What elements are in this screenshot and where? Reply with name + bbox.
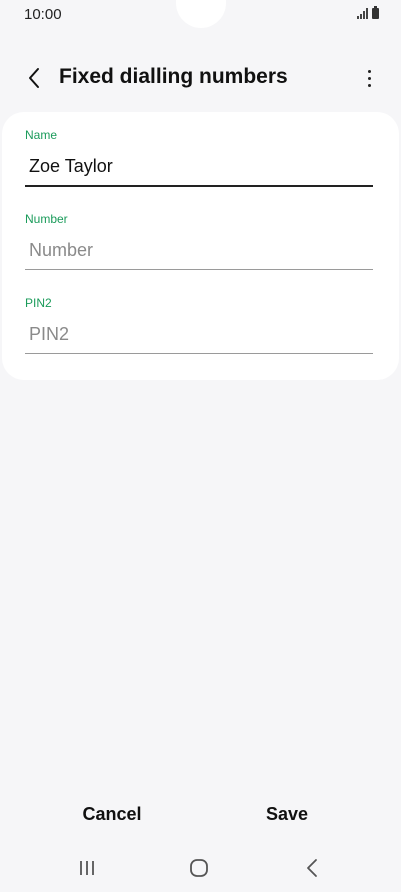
home-button[interactable] — [179, 854, 219, 882]
form-card: Name Number PIN2 — [2, 112, 399, 380]
name-label: Name — [25, 128, 58, 142]
pin2-field-underline — [25, 353, 373, 354]
save-button[interactable]: Save — [217, 796, 357, 832]
back-button[interactable] — [20, 62, 48, 94]
chevron-left-icon — [29, 68, 39, 88]
nav-back-button[interactable] — [292, 854, 332, 882]
number-field[interactable] — [25, 240, 373, 269]
status-bar: 10:00 — [0, 0, 401, 30]
name-field-underline — [25, 185, 373, 187]
name-field[interactable] — [25, 156, 373, 185]
pin2-field-group: PIN2 — [25, 296, 373, 354]
recent-apps-button[interactable] — [67, 854, 107, 882]
home-icon — [190, 859, 208, 877]
app-header: Fixed dialling numbers — [0, 56, 401, 100]
recent-apps-icon — [80, 861, 94, 875]
cancel-button[interactable]: Cancel — [42, 796, 182, 832]
camera-notch — [176, 0, 226, 28]
navigation-bar — [0, 848, 401, 888]
number-field-group: Number — [25, 212, 373, 270]
status-time: 10:00 — [24, 6, 62, 23]
back-icon — [307, 859, 317, 877]
battery-icon — [372, 6, 379, 19]
pin2-field[interactable] — [25, 324, 373, 353]
more-options-button[interactable] — [361, 64, 377, 92]
name-field-group: Name — [25, 128, 373, 187]
number-label: Number — [25, 212, 68, 226]
screen: 10:00 Fixed dialling numbers Name Number — [0, 0, 401, 892]
bottom-actions: Cancel Save — [0, 796, 401, 832]
status-icons — [357, 6, 379, 19]
more-vertical-icon — [367, 69, 371, 73]
pin2-label: PIN2 — [25, 296, 52, 310]
page-title: Fixed dialling numbers — [59, 65, 288, 88]
number-field-underline — [25, 269, 373, 270]
signal-icon — [357, 8, 368, 19]
